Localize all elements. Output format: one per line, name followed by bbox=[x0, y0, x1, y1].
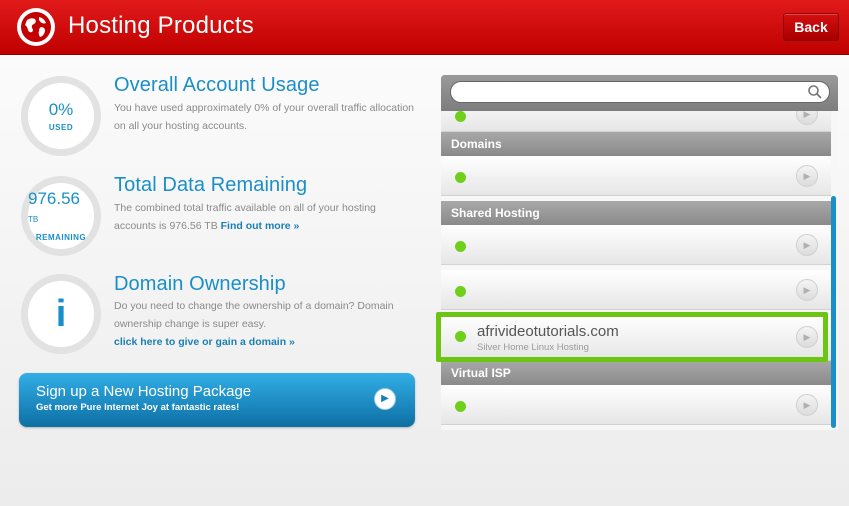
signup-subtitle: Get more Pure Internet Joy at fantastic … bbox=[36, 402, 240, 413]
usage-description: You have used approximately 0% of your o… bbox=[114, 102, 415, 132]
status-dot bbox=[455, 401, 466, 412]
usage-ring: 0% USED bbox=[21, 76, 101, 156]
status-dot bbox=[455, 172, 466, 183]
list-item[interactable]: ▶ bbox=[441, 225, 831, 265]
status-dot bbox=[455, 241, 466, 252]
remaining-title: Total Data Remaining bbox=[114, 174, 308, 196]
remaining-label: REMAINING bbox=[35, 233, 87, 242]
remaining-ring: 976.56 TB REMAINING bbox=[21, 176, 101, 256]
chevron-right-icon: ▶ bbox=[796, 394, 818, 416]
globe-logo-icon bbox=[17, 8, 55, 46]
remaining-total: 976.56 TB bbox=[169, 220, 218, 232]
back-button[interactable]: Back bbox=[783, 13, 839, 41]
usage-title: Overall Account Usage bbox=[114, 74, 320, 96]
section-header-shared-hosting: Shared Hosting bbox=[441, 201, 831, 225]
list-item[interactable]: ▶ bbox=[441, 156, 831, 196]
info-icon: i bbox=[55, 293, 67, 335]
status-dot bbox=[455, 111, 466, 122]
search-icon bbox=[808, 85, 822, 99]
usage-label: USED bbox=[48, 122, 74, 132]
section-header-domains: Domains bbox=[441, 132, 831, 156]
chevron-right-icon: ▶ bbox=[374, 388, 396, 410]
chevron-right-icon: ▶ bbox=[796, 279, 818, 301]
remaining-description-block: The combined total traffic available on … bbox=[114, 199, 394, 235]
list-item[interactable]: ▶ bbox=[441, 270, 831, 310]
selection-highlight bbox=[436, 312, 828, 362]
page-title: Hosting Products bbox=[68, 12, 254, 39]
domain-description: Do you need to change the ownership of a… bbox=[114, 300, 394, 330]
status-dot bbox=[455, 286, 466, 297]
products-list-panel: ▶ Domains ▶ Shared Hosting ▶ ▶ afrivideo… bbox=[441, 75, 838, 430]
signup-hosting-button[interactable]: Sign up a New Hosting Package Get more P… bbox=[19, 373, 415, 427]
list-item[interactable]: ▶ bbox=[441, 385, 831, 425]
remaining-unit: TB bbox=[28, 215, 39, 224]
domain-title: Domain Ownership bbox=[114, 273, 286, 295]
remaining-value: 976.56 bbox=[28, 189, 80, 208]
give-gain-domain-link[interactable]: click here to give or gain a domain » bbox=[114, 336, 295, 348]
chevron-right-icon: ▶ bbox=[796, 165, 818, 187]
chevron-right-icon: ▶ bbox=[796, 234, 818, 256]
signup-title: Sign up a New Hosting Package bbox=[36, 383, 252, 400]
find-out-more-link[interactable]: Find out more » bbox=[221, 220, 300, 232]
search-field-face bbox=[450, 81, 830, 103]
search-bar-overlay bbox=[441, 75, 838, 111]
scrollbar[interactable] bbox=[831, 196, 836, 428]
section-header-virtual-isp: Virtual ISP bbox=[441, 361, 831, 385]
usage-value: 0% bbox=[48, 99, 74, 119]
domain-description-block: Do you need to change the ownership of a… bbox=[114, 297, 404, 351]
domain-ring: i bbox=[21, 274, 101, 354]
app-header: Hosting Products Back bbox=[0, 0, 849, 55]
remaining-value-wrap: 976.56 TB bbox=[28, 190, 94, 229]
